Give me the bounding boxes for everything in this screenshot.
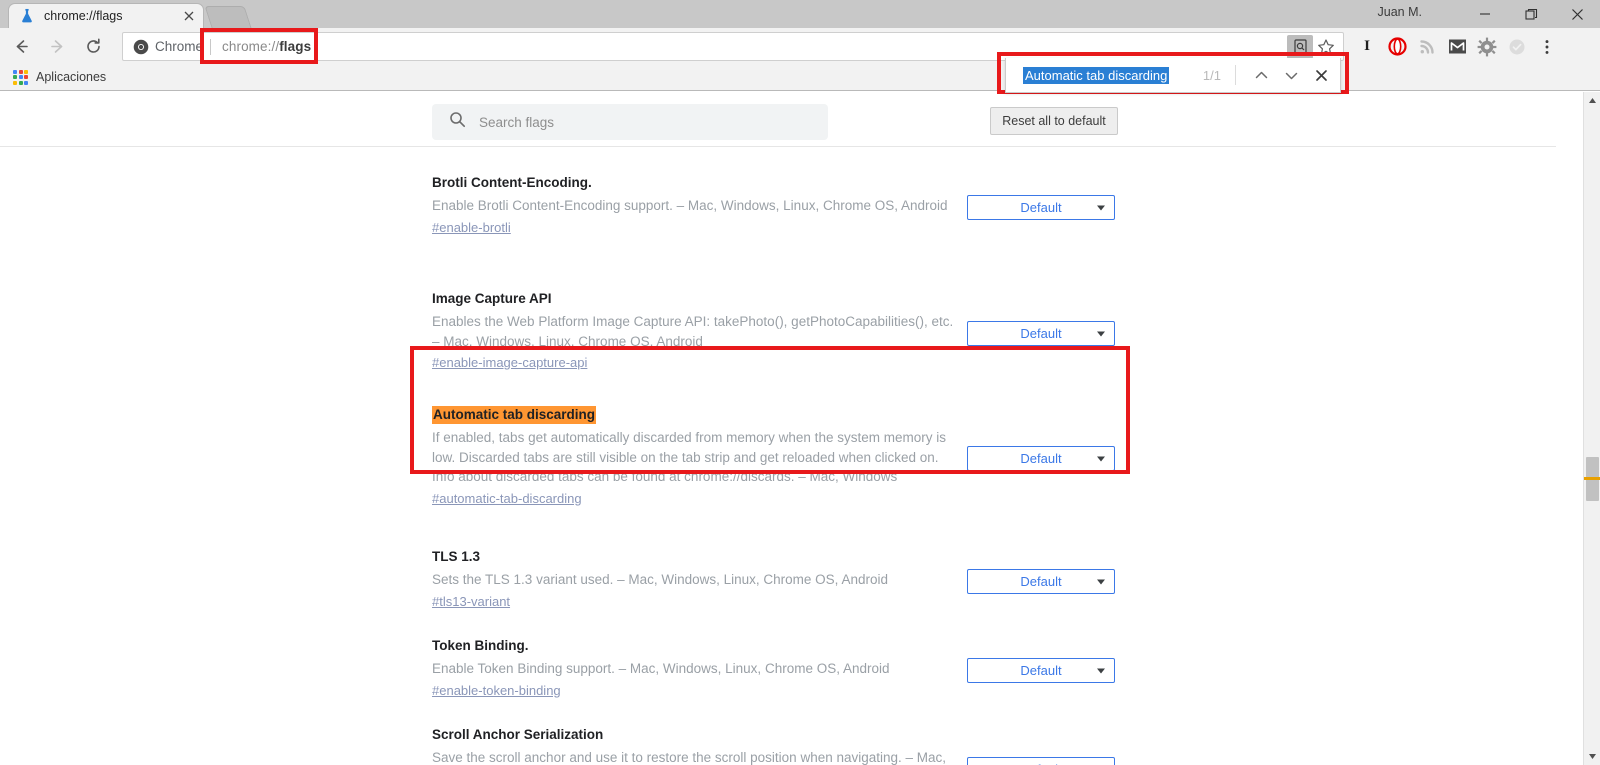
forward-button[interactable] xyxy=(42,31,72,61)
flag-description: Enable Token Binding support. – Mac, Win… xyxy=(432,661,890,676)
find-divider xyxy=(1235,65,1236,85)
omnibox-url[interactable]: chrome://flags xyxy=(222,39,311,54)
omnibox-url-bold: flags xyxy=(279,39,312,54)
reload-button[interactable] xyxy=(78,31,108,61)
flag-value-label: Default xyxy=(1020,451,1062,466)
flag-title: Scroll Anchor Serialization xyxy=(432,727,604,742)
flag-text-block: Scroll Anchor Serialization Save the scr… xyxy=(432,726,960,765)
tab-close-icon[interactable] xyxy=(181,8,197,24)
omnibox-separator xyxy=(210,38,212,55)
flag-id-link[interactable]: #tls13-variant xyxy=(432,594,510,609)
settings-gear-extension-icon[interactable] xyxy=(1472,33,1502,61)
find-input[interactable]: Automatic tab discarding xyxy=(1023,66,1170,84)
omnibox-chip-label: Chrome xyxy=(155,39,204,54)
flag-description: If enabled, tabs get automatically disca… xyxy=(432,430,946,484)
gmail-extension-icon[interactable] xyxy=(1442,33,1472,61)
find-match-count: 1/1 xyxy=(1202,67,1221,83)
flag-title: TLS 1.3 xyxy=(432,549,481,564)
page-scrollbar[interactable] xyxy=(1583,92,1600,765)
reset-all-to-default-button[interactable]: Reset all to default xyxy=(990,107,1118,135)
flag-description: Save the scroll anchor and use it to res… xyxy=(432,750,947,765)
page-search-icon[interactable] xyxy=(1287,34,1313,59)
flag-value-dropdown[interactable]: Default xyxy=(967,658,1115,683)
profile-name[interactable]: Juan M. xyxy=(1378,5,1422,19)
instapaper-extension-icon[interactable]: I xyxy=(1352,33,1382,61)
extensions-bar: I xyxy=(1352,32,1562,61)
flags-page-header: Search flags Reset all to default xyxy=(0,92,1556,147)
find-match-tick xyxy=(1584,477,1600,480)
flask-icon xyxy=(19,8,35,24)
flag-text-block: TLS 1.3 Sets the TLS 1.3 variant used. –… xyxy=(432,548,960,611)
search-icon xyxy=(449,111,466,133)
find-in-page-bar: Automatic tab discarding 1/1 xyxy=(1005,58,1341,93)
bookmark-label: Aplicaciones xyxy=(36,70,107,84)
flag-value-dropdown[interactable]: Default xyxy=(967,569,1115,594)
flag-title: Brotli Content-Encoding. xyxy=(432,175,592,190)
bookmark-item-aplicaciones[interactable]: Aplicaciones xyxy=(13,69,107,85)
flag-value-label: Default xyxy=(1020,200,1062,215)
flag-value-label: Default xyxy=(1020,574,1062,589)
tab-chrome-flags[interactable]: chrome://flags xyxy=(8,3,204,28)
find-next-button[interactable] xyxy=(1276,60,1306,90)
find-previous-button[interactable] xyxy=(1246,60,1276,90)
tab-title: chrome://flags xyxy=(44,9,123,23)
chrome-logo-icon xyxy=(133,39,149,55)
omnibox-actions xyxy=(1287,34,1343,59)
flag-title: Token Binding. xyxy=(432,638,529,653)
chevron-down-icon xyxy=(1097,456,1105,461)
flag-description: Enables the Web Platform Image Capture A… xyxy=(432,314,954,349)
search-flags-placeholder: Search flags xyxy=(479,114,555,130)
browser-toolbar: Chrome chrome://flags I xyxy=(0,28,1600,64)
check-circle-extension-icon[interactable] xyxy=(1502,33,1532,61)
flag-id-link[interactable]: #automatic-tab-discarding xyxy=(432,491,582,506)
flags-page: Search flags Reset all to default Brotli… xyxy=(0,92,1600,765)
scroll-down-arrow[interactable] xyxy=(1584,748,1600,765)
chevron-down-icon xyxy=(1097,331,1105,336)
flag-value-label: Default xyxy=(1020,326,1062,341)
maximize-restore-button[interactable] xyxy=(1508,0,1554,28)
apps-grid-icon xyxy=(13,69,28,85)
window-controls xyxy=(1462,0,1600,28)
address-bar[interactable]: Chrome chrome://flags xyxy=(122,32,1344,61)
flag-description: Sets the TLS 1.3 variant used. – Mac, Wi… xyxy=(432,572,888,587)
flag-text-block: Brotli Content-Encoding. Enable Brotli C… xyxy=(432,174,960,237)
flag-description: Enable Brotli Content-Encoding support. … xyxy=(432,198,948,213)
flag-value-dropdown[interactable]: Default xyxy=(967,757,1115,765)
bookmarks-bar: Aplicaciones xyxy=(0,64,1600,91)
window-title-bar: chrome://flags Juan M. xyxy=(0,0,1600,28)
chevron-down-icon xyxy=(1097,668,1105,673)
scroll-up-arrow[interactable] xyxy=(1584,92,1600,109)
chevron-down-icon xyxy=(1097,579,1105,584)
flag-id-link[interactable]: #enable-brotli xyxy=(432,220,511,235)
star-icon[interactable] xyxy=(1313,35,1339,59)
chevron-down-icon xyxy=(1097,205,1105,210)
new-tab-button[interactable] xyxy=(204,6,252,28)
flag-value-dropdown[interactable]: Default xyxy=(967,195,1115,220)
search-flags-input[interactable]: Search flags xyxy=(432,104,828,140)
find-close-button[interactable] xyxy=(1306,60,1336,90)
back-button[interactable] xyxy=(6,31,36,61)
flag-id-link[interactable]: #enable-token-binding xyxy=(432,683,561,698)
flag-text-block: Automatic tab discarding If enabled, tab… xyxy=(432,406,960,508)
flag-id-link[interactable]: #enable-image-capture-api xyxy=(432,355,587,370)
flag-title: Automatic tab discarding xyxy=(432,406,597,424)
close-window-button[interactable] xyxy=(1554,0,1600,28)
flag-value-dropdown[interactable]: Default xyxy=(967,321,1115,346)
rss-feed-extension-icon[interactable] xyxy=(1412,33,1442,61)
opera-extension-icon[interactable] xyxy=(1382,33,1412,61)
flag-title: Image Capture API xyxy=(432,291,552,306)
omnibox-url-prefix: chrome:// xyxy=(222,39,280,54)
flag-value-label: Default xyxy=(1020,663,1062,678)
minimize-button[interactable] xyxy=(1462,0,1508,28)
flag-value-dropdown[interactable]: Default xyxy=(967,446,1115,471)
flag-text-block: Token Binding. Enable Token Binding supp… xyxy=(432,637,960,700)
browser-menu-button[interactable] xyxy=(1532,33,1562,61)
flag-text-block: Image Capture API Enables the Web Platfo… xyxy=(432,290,960,372)
